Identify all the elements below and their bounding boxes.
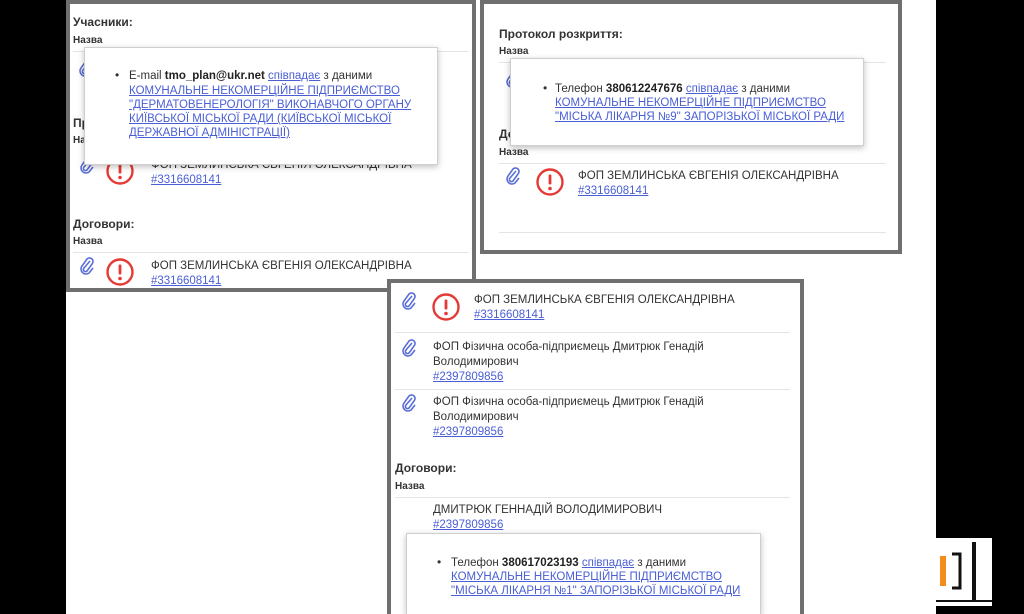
- logo-mark-icon: [936, 542, 992, 602]
- corner-logo: [936, 538, 992, 606]
- panel-frame: [387, 279, 804, 614]
- panel-frame: [66, 0, 476, 292]
- panel-frame: [480, 0, 902, 254]
